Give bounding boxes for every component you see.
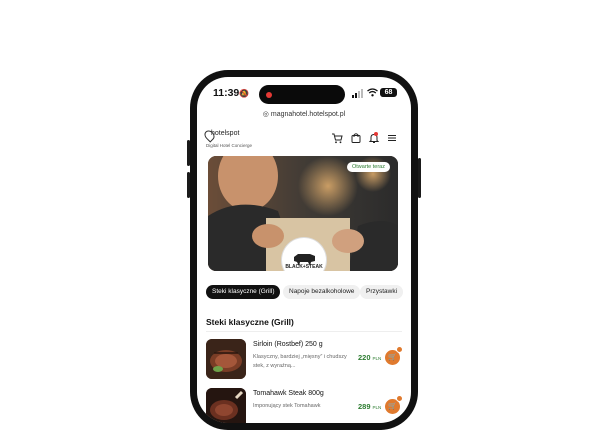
notification-dot	[374, 132, 378, 136]
cart-badge	[396, 346, 403, 353]
shopping-bag-icon[interactable]	[350, 132, 362, 144]
dynamic-island	[259, 85, 345, 104]
menu-item-description: Imponujący stek Tomahawk	[253, 403, 321, 409]
power-button	[418, 158, 421, 198]
cart-badge	[396, 395, 403, 402]
menu-item-price: 289 PLN	[358, 402, 382, 411]
menu-item-description: Klasyczny, bardziej „mięsny” i chudszy s…	[253, 354, 347, 369]
menu-item-name: Tomahawk Steak 800g	[253, 390, 324, 397]
app-header: hotelspot Digital Hotel Concierge	[197, 124, 411, 152]
category-tab-przystawki[interactable]: Przystawki	[360, 285, 404, 299]
recording-indicator-icon	[266, 91, 272, 98]
menu-item-price: 220 PLN	[358, 353, 382, 362]
menu-item[interactable]: Sirloin (Rostbef) 250 g Klasyczny, bardz…	[197, 339, 411, 385]
open-status-badge: Otwarte teraz	[346, 162, 390, 172]
volume-up-button	[187, 140, 190, 166]
menu-item[interactable]: Tomahawk Steak 800g Imponujący stek Toma…	[197, 388, 411, 423]
brand-logo[interactable]: hotelspot	[211, 130, 239, 137]
address-bar[interactable]: ◎ magnahotel.hotelspot.pl	[197, 110, 411, 118]
cart-icon: 🛒	[388, 403, 397, 410]
restaurant-hero-banner[interactable]: Otwarte teraz BLACK+STEAK	[208, 156, 398, 271]
signal-icon	[352, 89, 363, 98]
silent-bell-icon: 🔕	[239, 89, 249, 98]
status-bar: 11:39 🔕 68	[197, 77, 411, 105]
status-time: 11:39	[213, 87, 240, 99]
cart-icon: 🛒	[388, 354, 397, 361]
site-icon: ◎	[262, 111, 269, 118]
menu-item-image	[206, 339, 246, 379]
hamburger-menu-icon[interactable]	[386, 132, 398, 144]
restaurant-logo-text: BLACK+STEAK	[285, 264, 323, 270]
wifi-icon	[367, 88, 378, 97]
menu-item-name: Sirloin (Rostbef) 250 g	[253, 341, 323, 348]
restaurant-logo: BLACK+STEAK	[282, 238, 326, 271]
divider	[206, 331, 402, 332]
category-tab-steki-klasyczne[interactable]: Steki klasyczne (Grill)	[206, 285, 281, 299]
cart-icon[interactable]	[331, 132, 343, 144]
section-title: Steki klasyczne (Grill)	[206, 317, 294, 327]
menu-item-image	[206, 388, 246, 423]
phone-screen: 11:39 🔕 68 ◎ magnahotel.hotelspot.pl hot…	[197, 77, 411, 423]
url-text: magnahotel.hotelspot.pl	[270, 111, 346, 118]
volume-down-button	[187, 172, 190, 198]
brand-tagline: Digital Hotel Concierge	[206, 143, 253, 148]
battery-icon: 68	[380, 88, 397, 97]
category-tabs: Steki klasyczne (Grill) Napoje bezalkoho…	[197, 285, 411, 301]
phone-frame: 11:39 🔕 68 ◎ magnahotel.hotelspot.pl hot…	[187, 70, 421, 430]
category-tab-napoje-bezalkoholowe[interactable]: Napoje bezalkoholowe	[283, 285, 361, 299]
